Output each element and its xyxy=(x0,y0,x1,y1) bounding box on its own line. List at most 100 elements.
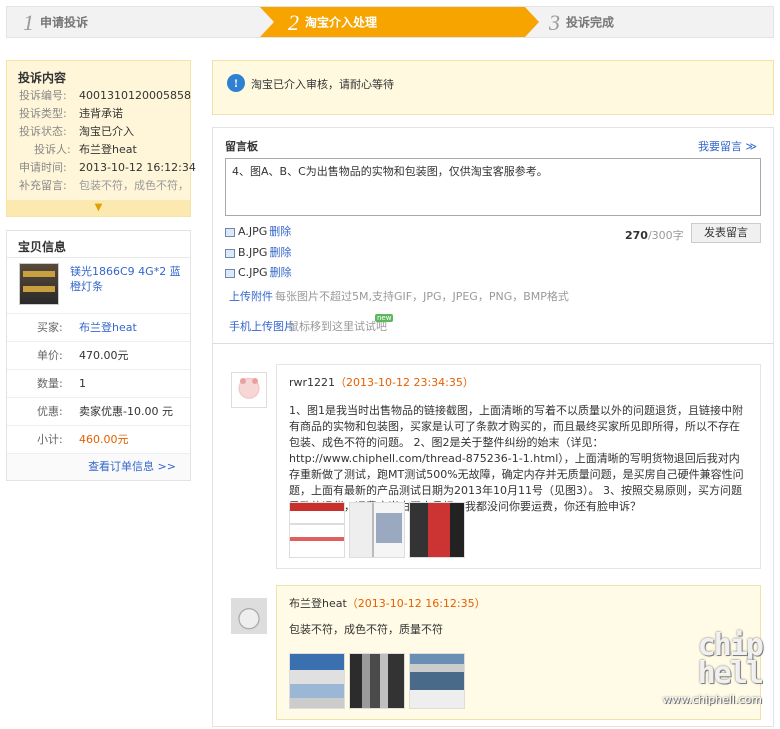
message-textarea[interactable]: 4、图A、B、C为出售物品的实物和包装图，仅供淘宝客服参考。 xyxy=(225,158,761,216)
watermark-logo: chip hell xyxy=(697,628,764,691)
image-file-icon xyxy=(225,248,235,258)
mobile-upload-link[interactable]: 手机上传图片 xyxy=(229,318,295,334)
complaint-panel: 投诉内容 投诉编号: 4001310120005858 投诉类型: 违背承诺 投诉状… xyxy=(6,60,196,217)
item-panel: 宝贝信息 镁光1866C9 4G*2 蓝橙灯条 买家: 布兰登heat 单价: 47… xyxy=(6,230,191,481)
row-value: 460.00元 xyxy=(79,433,129,446)
avatar xyxy=(231,372,267,408)
char-count: 270 xyxy=(625,229,648,242)
row-key: 补充留言: xyxy=(19,179,67,192)
step-label: 淘宝介入处理 xyxy=(305,15,378,30)
comment-header: rwr1221（2013-10-12 23:34:35） xyxy=(289,374,474,390)
comment-images xyxy=(289,502,469,561)
watermark-url: www.chiphell.com xyxy=(662,693,762,706)
comment-images xyxy=(289,653,469,712)
item-row: 买家: 布兰登heat xyxy=(7,313,190,341)
item-name-link[interactable]: 镁光1866C9 4G*2 蓝橙灯条 xyxy=(70,264,182,294)
mobile-upload-hint: 鼠标移到这里试试吧 xyxy=(288,320,387,333)
row-key: 买家: xyxy=(37,321,63,334)
row-key: 申请时间: xyxy=(19,161,67,174)
upload-attachment-link[interactable]: 上传附件 xyxy=(229,288,273,304)
complaint-row: 投诉类型: 违背承诺 xyxy=(7,105,190,123)
row-value: 违背承诺 xyxy=(79,107,123,120)
row-key: 单价: xyxy=(37,349,63,362)
comment-body: 1、图1是我当时出售物品的链接截图，上面清晰的写着不以质量以外的问题退货，且链接… xyxy=(289,404,744,513)
row-key: 小计: xyxy=(37,433,63,446)
comment-image[interactable] xyxy=(409,502,465,558)
row-value: 1 xyxy=(79,377,86,390)
chevron-down-icon: ▼ xyxy=(94,202,103,213)
attachment-name[interactable]: A.JPG xyxy=(238,225,267,238)
attachment-name[interactable]: B.JPG xyxy=(238,246,267,259)
row-value: 4001310120005858 xyxy=(79,89,191,102)
comment-user: 布兰登heat xyxy=(289,597,347,610)
attachment-item: B.JPG 删除 xyxy=(225,246,291,260)
comment-time: （2013-10-12 23:34:35） xyxy=(335,376,474,389)
step-number: 3 xyxy=(549,9,560,35)
step-label: 投诉完成 xyxy=(566,15,615,30)
post-message-link[interactable]: 我要留言 ≫ xyxy=(698,138,757,154)
upload-hint: 每张图片不超过5M,支持GIF，JPG，JPEG，PNG，BMP格式 xyxy=(275,290,569,303)
row-value: 470.00元 xyxy=(79,349,129,362)
divider xyxy=(213,343,773,344)
image-file-icon xyxy=(225,227,235,237)
item-row: 数量: 1 xyxy=(7,369,190,397)
buyer-link[interactable]: 布兰登heat xyxy=(79,314,137,342)
comment-image[interactable] xyxy=(349,653,405,709)
comment-header: 布兰登heat（2013-10-12 16:12:35） xyxy=(289,595,486,611)
item-row: 单价: 470.00元 xyxy=(7,341,190,369)
row-key: 数量: xyxy=(37,377,63,390)
row-value: 包装不符，成色不符， xyxy=(79,179,189,192)
progress-steps: 1 申请投诉 2 淘宝介入处理 3 投诉完成 xyxy=(6,6,774,38)
comment-image[interactable] xyxy=(349,502,405,558)
complaint-row: 申请时间: 2013-10-12 16:12:34 xyxy=(7,159,196,177)
expand-button[interactable]: ▼ xyxy=(7,200,190,216)
row-key: 优惠: xyxy=(37,405,63,418)
send-message-button[interactable]: 发表留言 xyxy=(691,223,761,243)
comment-image[interactable] xyxy=(409,653,465,709)
attachment-name[interactable]: C.JPG xyxy=(238,266,268,279)
step-number: 2 xyxy=(288,9,299,35)
item-thumbnail[interactable] xyxy=(19,263,59,305)
comment-time: （2013-10-12 16:12:35） xyxy=(346,597,486,610)
item-row: 优惠: 卖家优惠-10.00 元 xyxy=(7,397,190,425)
board-title: 留言板 xyxy=(225,140,258,153)
watermark: chip hell www.chiphell.com xyxy=(600,628,770,712)
step-taobao-processing: 2 淘宝介入处理 xyxy=(260,7,539,37)
new-badge: new xyxy=(375,314,394,322)
complaint-row: 投诉编号: 4001310120005858 xyxy=(7,87,191,105)
row-key: 投诉编号: xyxy=(19,89,67,102)
char-counter: 270/300字 xyxy=(625,227,684,243)
delete-attachment-link[interactable]: 删除 xyxy=(269,246,291,259)
step-complete: 3 投诉完成 xyxy=(549,7,614,37)
info-icon: ! xyxy=(227,74,245,92)
row-key: 投诉人: xyxy=(34,143,71,156)
step-apply: 1 申请投诉 xyxy=(23,7,88,37)
view-order-link[interactable]: 查看订单信息 >> xyxy=(88,458,176,474)
complaint-row: 投诉状态: 淘宝已介入 xyxy=(7,123,190,141)
complaint-row: 投诉人: 布兰登heat xyxy=(7,141,190,159)
notice-message: 淘宝已介入审核，请耐心等待 xyxy=(251,78,394,91)
complaint-title: 投诉内容 xyxy=(18,71,67,85)
row-value: 2013-10-12 16:12:34 xyxy=(79,161,196,174)
row-value: 淘宝已介入 xyxy=(79,125,134,138)
attachment-item: C.JPG 删除 xyxy=(225,266,292,280)
comment-image[interactable] xyxy=(289,653,345,709)
row-value: 布兰登heat xyxy=(79,143,137,156)
char-limit: /300字 xyxy=(647,229,684,242)
row-value: 卖家优惠-10.00 元 xyxy=(79,405,173,418)
comment-image[interactable] xyxy=(289,502,345,558)
attachment-item: A.JPG 删除 xyxy=(225,225,291,239)
item-row: 小计: 460.00元 xyxy=(7,425,190,453)
item-title: 宝贝信息 xyxy=(7,231,190,258)
comment-item: rwr1221（2013-10-12 23:34:35） 1、图1是我当时出售物… xyxy=(276,364,761,569)
status-notice: ! 淘宝已介入审核，请耐心等待 xyxy=(212,60,774,115)
delete-attachment-link[interactable]: 删除 xyxy=(270,266,292,279)
step-label: 申请投诉 xyxy=(40,15,89,30)
image-file-icon xyxy=(225,268,235,278)
complaint-row: 补充留言: 包装不符，成色不符， xyxy=(7,177,190,195)
avatar xyxy=(231,598,267,634)
step-number: 1 xyxy=(23,9,34,35)
row-key: 投诉类型: xyxy=(19,107,67,120)
row-key: 投诉状态: xyxy=(19,125,67,138)
delete-attachment-link[interactable]: 删除 xyxy=(269,225,291,238)
